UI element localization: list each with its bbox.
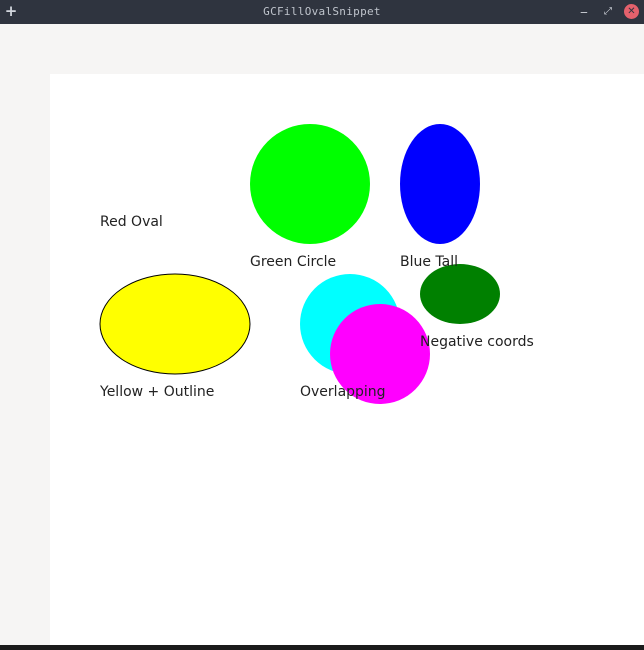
minimize-icon[interactable]: ‒ <box>576 4 592 20</box>
bottom-edge <box>0 645 644 650</box>
window-title: GCFillOvalSnippet <box>263 5 381 18</box>
drawing-canvas: Red Oval Green Circle Blue Tall Yellow +… <box>50 74 644 645</box>
close-icon[interactable]: ✕ <box>624 4 639 19</box>
yellow-outline-oval <box>99 273 251 375</box>
label-negative-coords: Negative coords <box>420 334 534 350</box>
label-blue-tall: Blue Tall <box>400 254 459 270</box>
negative-coords-oval <box>420 264 500 324</box>
label-green-circle: Green Circle <box>250 254 337 270</box>
maximize-icon[interactable]: ⤢ <box>600 4 616 20</box>
label-yellow-outline: Yellow + Outline <box>100 384 215 400</box>
app-window: + GCFillOvalSnippet ‒ ⤢ ✕ Red Oval Green… <box>0 0 644 650</box>
label-red-oval: Red Oval <box>100 214 163 230</box>
title-bar[interactable]: + GCFillOvalSnippet ‒ ⤢ ✕ <box>0 0 644 24</box>
oval-drawing <box>99 124 500 404</box>
green-circle-oval <box>250 124 370 244</box>
label-overlapping: Overlapping <box>300 384 386 400</box>
blue-tall-oval <box>400 124 480 244</box>
